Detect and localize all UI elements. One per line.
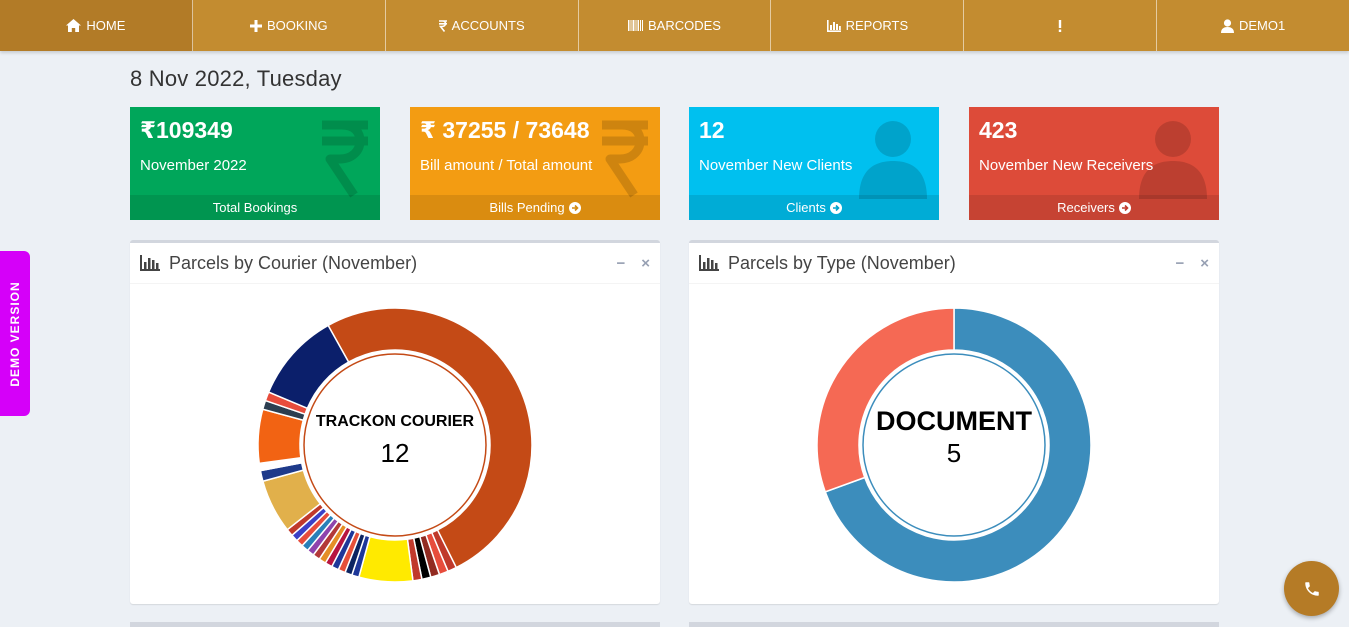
bill-amount-caption: Bill amount / Total amount: [420, 157, 593, 174]
nav-home-label: HOME: [86, 18, 126, 33]
top-navigation: HOME BOOKING ACCOUNTS BARCODES REPORTS DEMO1: [0, 0, 1349, 51]
nav-booking-label: BOOKING: [266, 18, 328, 33]
remove-button[interactable]: ×: [1200, 255, 1209, 272]
type-panel-title: Parcels by Type (November): [728, 252, 956, 273]
total-bookings-box[interactable]: ₹109349 November 2022 Total Bookings: [130, 107, 380, 220]
bills-pending-label: Bills Pending: [489, 200, 565, 215]
total-bookings-footer[interactable]: Total Bookings: [130, 195, 380, 220]
bill-amount-value: ₹ 37255 / 73648: [420, 117, 590, 143]
center-value: 5: [947, 438, 961, 468]
bills-pending-box[interactable]: ₹ 37255 / 73648 Bill amount / Total amou…: [410, 107, 660, 220]
center-label: DOCUMENT: [876, 406, 1032, 436]
rupee-icon: [602, 120, 648, 198]
remove-button[interactable]: ×: [641, 255, 650, 272]
call-button[interactable]: [1284, 561, 1339, 616]
bills-pending-link[interactable]: Bills Pending: [410, 195, 660, 220]
new-clients-value: 12: [699, 117, 725, 143]
user-icon: [1220, 18, 1234, 33]
nav-reports[interactable]: REPORTS: [771, 0, 965, 51]
new-receivers-caption: November New Receivers: [979, 157, 1154, 174]
bar-chart-icon: [699, 255, 719, 271]
courier-panel-title: Parcels by Courier (November): [169, 252, 418, 273]
new-clients-caption: November New Clients: [699, 157, 853, 174]
collapse-button[interactable]: −: [1175, 255, 1184, 272]
type-donut-chart: DOCUMENT5: [816, 307, 1092, 583]
courier-donut-chart: TRACKON COURIER 12: [257, 307, 533, 583]
type-panel-header: Parcels by Type (November) − ×: [689, 243, 1219, 284]
panel-edge: [689, 622, 1219, 627]
rupee-icon: [438, 19, 447, 32]
nav-home[interactable]: HOME: [0, 0, 193, 51]
nav-user-label: DEMO1: [1238, 18, 1286, 33]
exclamation-icon: [1058, 19, 1062, 32]
center-label: TRACKON COURIER: [316, 413, 475, 430]
arrow-circle-right-icon: [1118, 201, 1131, 214]
bar-chart-icon: [826, 19, 841, 32]
arrow-circle-right-icon: [829, 201, 842, 214]
collapse-button[interactable]: −: [616, 255, 625, 272]
nav-barcodes[interactable]: BARCODES: [579, 0, 772, 51]
center-value: 12: [381, 438, 410, 468]
nav-reports-label: REPORTS: [845, 18, 909, 33]
rupee-icon: [322, 120, 368, 198]
nav-accounts[interactable]: ACCOUNTS: [386, 0, 579, 51]
demo-version-label: DEMO VERSION: [8, 280, 22, 387]
total-bookings-value: ₹109349: [140, 117, 233, 143]
demo-version-tab[interactable]: DEMO VERSION: [0, 251, 30, 416]
barcode-icon: [628, 20, 644, 31]
plus-icon: [249, 19, 262, 32]
clients-link-label: Clients: [786, 200, 826, 215]
nav-user[interactable]: DEMO1: [1157, 0, 1349, 51]
nav-alert[interactable]: [964, 0, 1158, 51]
user-icon: [859, 121, 927, 199]
type-chart-panel: Parcels by Type (November) − × DOCUMENT 5: [689, 240, 1219, 604]
new-clients-box[interactable]: 12 November New Clients Clients: [689, 107, 939, 220]
arrow-circle-right-icon: [568, 201, 581, 214]
receivers-link[interactable]: Receivers: [969, 195, 1219, 220]
bar-chart-icon: [140, 255, 160, 271]
panel-edge: [130, 622, 660, 627]
new-receivers-value: 423: [979, 117, 1018, 143]
phone-icon: [1304, 581, 1319, 596]
receivers-link-label: Receivers: [1057, 200, 1115, 215]
total-bookings-footer-label: Total Bookings: [212, 200, 298, 215]
courier-panel-header: Parcels by Courier (November) − ×: [130, 243, 660, 284]
nav-accounts-label: ACCOUNTS: [451, 18, 525, 33]
total-bookings-period: November 2022: [140, 157, 247, 174]
date-heading: 8 Nov 2022, Tuesday: [130, 66, 342, 91]
courier-chart-panel: Parcels by Courier (November) − × TRACKO…: [130, 240, 660, 604]
home-icon: [66, 19, 82, 32]
clients-link[interactable]: Clients: [689, 195, 939, 220]
nav-booking[interactable]: BOOKING: [193, 0, 386, 51]
nav-barcodes-label: BARCODES: [648, 18, 721, 33]
new-receivers-box[interactable]: 423 November New Receivers Receivers: [969, 107, 1219, 220]
